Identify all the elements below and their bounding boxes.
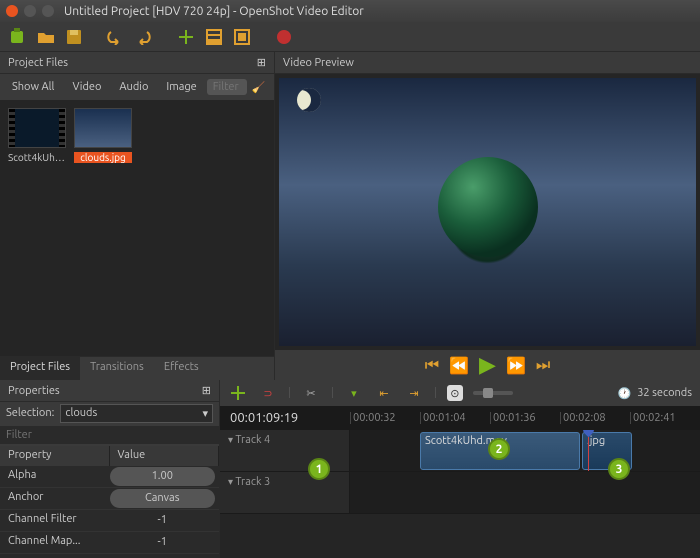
annotation-badge: 1 — [308, 458, 330, 480]
preview-image — [279, 78, 696, 346]
properties-table: Property Value Alpha1.00 AnchorCanvas Ch… — [0, 446, 219, 558]
snap-icon[interactable]: ⊃ — [258, 383, 278, 403]
titlebar: Untitled Project [HDV 720 24p] - OpenSho… — [0, 0, 700, 22]
file-filter-bar: Show All Video Audio Image 🧹 — [0, 74, 274, 100]
properties-header: Properties ⊞ — [0, 380, 219, 402]
current-time: 00:01:09:19 — [220, 411, 350, 425]
tab-effects[interactable]: Effects — [154, 357, 209, 380]
video-preview-header: Video Preview — [275, 52, 700, 74]
track-header[interactable]: ▾ Track 3 — [220, 472, 350, 513]
selection-value: clouds — [65, 407, 97, 419]
prop-row-alpha: Alpha1.00 — [0, 466, 219, 488]
next-marker-icon[interactable]: ⇥ — [404, 383, 424, 403]
add-track-icon[interactable] — [228, 383, 248, 403]
jump-end-icon[interactable]: ⏭ — [536, 356, 550, 375]
filter-image[interactable]: Image — [158, 78, 204, 96]
panel-undock-icon[interactable]: ⊞ — [257, 56, 266, 69]
minimize-window-icon[interactable] — [24, 5, 36, 17]
timeline-ruler[interactable]: 00:01:09:19 00:00:32 00:01:04 00:01:36 0… — [220, 406, 700, 430]
marker-icon[interactable]: ▾ — [344, 383, 364, 403]
selection-dropdown[interactable]: clouds ▾ — [60, 404, 213, 423]
clock-icon: 🕐 — [618, 387, 632, 400]
file-thumbnail — [74, 108, 132, 148]
jump-start-icon[interactable]: ⏮ — [425, 356, 439, 375]
track-header[interactable]: ▾ Track 4 — [220, 430, 350, 471]
save-project-icon[interactable] — [64, 27, 84, 47]
col-value[interactable]: Value — [110, 446, 220, 466]
left-panel-tabs: Project Files Transitions Effects — [0, 356, 274, 380]
window-title: Untitled Project [HDV 720 24p] - OpenSho… — [64, 5, 364, 18]
panel-undock-icon[interactable]: ⊞ — [202, 384, 211, 397]
ruler-tick: 00:02:41 — [630, 412, 700, 424]
filter-input[interactable] — [207, 79, 247, 95]
track-lane[interactable]: Scott4kUhd.mov .jpg — [350, 430, 700, 471]
project-files-label: Project Files — [8, 57, 68, 69]
playback-controls: ⏮ ⏪ ▶ ⏩ ⏭ — [275, 350, 700, 380]
prop-row-channel-filter: Channel Filter-1 — [0, 510, 219, 532]
add-file-icon[interactable] — [176, 27, 196, 47]
forward-icon[interactable]: ⏩ — [506, 356, 526, 375]
tab-transitions[interactable]: Transitions — [80, 357, 154, 380]
filter-audio[interactable]: Audio — [111, 78, 156, 96]
export-icon[interactable] — [274, 27, 294, 47]
video-preview-label: Video Preview — [283, 57, 354, 69]
maximize-window-icon[interactable] — [42, 5, 54, 17]
project-files-header: Project Files ⊞ — [0, 52, 274, 74]
timeline-duration: 32 seconds — [637, 387, 692, 399]
ruler-tick: 00:01:04 — [420, 412, 490, 424]
redo-icon[interactable] — [134, 27, 154, 47]
zoom-slider[interactable] — [473, 391, 513, 395]
new-project-icon[interactable] — [8, 27, 28, 47]
tab-project-files[interactable]: Project Files — [0, 357, 80, 380]
track-row: ▾ Track 3 — [220, 472, 700, 514]
filter-show-all[interactable]: Show All — [4, 78, 62, 96]
playhead[interactable] — [588, 430, 589, 471]
play-icon[interactable]: ▶ — [479, 352, 496, 378]
filter-video[interactable]: Video — [64, 78, 109, 96]
timeline-tracks[interactable]: ▾ Track 4 Scott4kUhd.mov .jpg ▾ Track 3 — [220, 430, 700, 558]
center-playhead-icon[interactable]: ⊙ — [447, 385, 463, 401]
ruler-tick: 00:01:36 — [490, 412, 560, 424]
chevron-down-icon: ▾ — [202, 407, 208, 420]
razor-icon[interactable]: ✂ — [301, 383, 321, 403]
fullscreen-icon[interactable] — [232, 27, 252, 47]
properties-filter-input[interactable] — [0, 426, 219, 444]
selection-label: Selection: — [6, 407, 54, 419]
prop-row-channel-map: Channel Map...-1 — [0, 532, 219, 554]
file-thumbnail — [8, 108, 66, 148]
prop-row-anchor: AnchorCanvas — [0, 488, 219, 510]
file-item[interactable]: clouds.jpg — [74, 108, 132, 163]
prev-marker-icon[interactable]: ⇤ — [374, 383, 394, 403]
file-item[interactable]: Scott4kUhd... — [8, 108, 66, 163]
close-window-icon[interactable] — [6, 5, 18, 17]
profile-icon[interactable] — [204, 27, 224, 47]
properties-label: Properties — [8, 385, 60, 397]
annotation-badge: 3 — [608, 458, 630, 480]
main-toolbar — [0, 22, 700, 52]
clear-filter-icon[interactable]: 🧹 — [249, 77, 269, 97]
ruler-tick: 00:02:08 — [560, 412, 630, 424]
open-project-icon[interactable] — [36, 27, 56, 47]
undo-icon[interactable] — [106, 27, 126, 47]
track-lane[interactable] — [350, 472, 700, 513]
col-property[interactable]: Property — [0, 446, 110, 466]
project-files-area[interactable]: Scott4kUhd... clouds.jpg — [0, 100, 274, 356]
rewind-icon[interactable]: ⏪ — [449, 356, 469, 375]
video-preview-area[interactable] — [275, 74, 700, 350]
file-label: Scott4kUhd... — [8, 152, 66, 163]
file-label: clouds.jpg — [74, 152, 132, 163]
annotation-badge: 2 — [488, 438, 510, 460]
timeline-toolbar: ⊃ | ✂ | ▾ ⇤ ⇥ | ⊙ 🕐 32 seconds — [220, 380, 700, 406]
ruler-tick: 00:00:32 — [350, 412, 420, 424]
